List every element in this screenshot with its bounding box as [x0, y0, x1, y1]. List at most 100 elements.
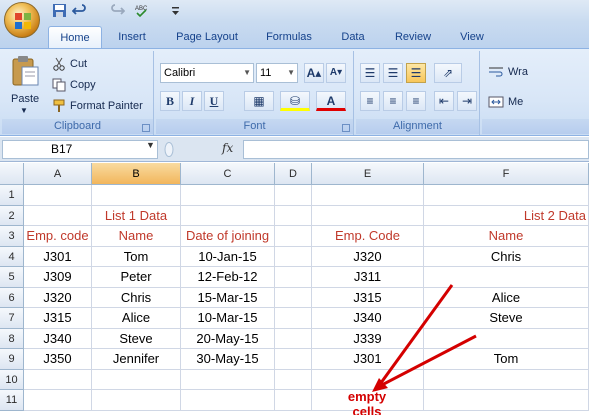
align-right-icon[interactable]: ≡: [406, 91, 426, 111]
cell-b8[interactable]: Steve: [92, 328, 181, 349]
row-header-8[interactable]: 8: [0, 328, 24, 349]
align-bottom-icon[interactable]: ☰: [406, 63, 426, 83]
tab-review[interactable]: Review: [386, 26, 440, 48]
redo-icon[interactable]: [110, 3, 125, 18]
decrease-indent-icon[interactable]: ⇤: [434, 91, 454, 111]
borders-icon[interactable]: ▦: [244, 91, 274, 111]
save-icon[interactable]: [52, 3, 67, 18]
tab-data[interactable]: Data: [334, 26, 372, 48]
cell-e6[interactable]: J315: [312, 287, 424, 308]
column-header-a[interactable]: A: [24, 163, 92, 185]
cell-b5[interactable]: Peter: [92, 267, 181, 288]
cell-d7[interactable]: [275, 308, 312, 329]
cell-d6[interactable]: [275, 287, 312, 308]
cell-b1[interactable]: [92, 185, 181, 206]
column-header-c[interactable]: C: [181, 163, 275, 185]
cell-d1[interactable]: [275, 185, 312, 206]
cell-f2[interactable]: List 2 Data: [424, 205, 589, 226]
cell-e4[interactable]: J320: [312, 246, 424, 267]
cell-c11[interactable]: [181, 390, 275, 411]
paste-dropdown-icon[interactable]: ▼: [20, 106, 28, 115]
cut-icon[interactable]: [52, 57, 66, 71]
cell-e8[interactable]: J339: [312, 328, 424, 349]
cell-d4[interactable]: [275, 246, 312, 267]
cell-a5[interactable]: J309: [24, 267, 92, 288]
cell-d8[interactable]: [275, 328, 312, 349]
font-family-combo[interactable]: Calibri ▼: [160, 63, 254, 83]
paste-button[interactable]: Paste: [11, 93, 39, 105]
cell-a11[interactable]: [24, 390, 92, 411]
bold-button[interactable]: B: [160, 91, 180, 111]
row-header-10[interactable]: 10: [0, 369, 24, 390]
cell-e9[interactable]: J301: [312, 349, 424, 370]
column-header-e[interactable]: E: [312, 163, 424, 185]
cell-e10[interactable]: [312, 369, 424, 390]
customize-qat-icon[interactable]: [168, 3, 183, 18]
cell-d10[interactable]: [275, 369, 312, 390]
cell-a8[interactable]: J340: [24, 328, 92, 349]
cut-button[interactable]: Cut: [70, 58, 87, 70]
merge-center-button[interactable]: Me: [508, 96, 523, 108]
merge-center-icon[interactable]: [488, 95, 504, 109]
row-header-2[interactable]: 2: [0, 205, 24, 226]
cell-f4[interactable]: Chris: [424, 246, 589, 267]
cell-c10[interactable]: [181, 369, 275, 390]
tab-insert[interactable]: Insert: [110, 26, 154, 48]
cell-d3[interactable]: [275, 226, 312, 247]
copy-icon[interactable]: [52, 78, 66, 92]
cell-f1[interactable]: [424, 185, 589, 206]
cell-b11[interactable]: [92, 390, 181, 411]
cell-a2[interactable]: [24, 205, 92, 226]
cell-f8[interactable]: [424, 328, 589, 349]
wrap-text-icon[interactable]: [488, 65, 504, 79]
cell-f9[interactable]: Tom: [424, 349, 589, 370]
tab-home[interactable]: Home: [48, 26, 102, 48]
cell-c9[interactable]: 30-May-15: [181, 349, 275, 370]
cell-c8[interactable]: 20-May-15: [181, 328, 275, 349]
cell-b2[interactable]: List 1 Data: [92, 205, 181, 226]
orientation-icon[interactable]: ⇗: [434, 63, 462, 83]
cell-e7[interactable]: J340: [312, 308, 424, 329]
fill-color-icon[interactable]: ⛁: [280, 91, 310, 111]
cell-d2[interactable]: [275, 205, 312, 226]
select-all-corner[interactable]: [0, 163, 24, 185]
cell-f3[interactable]: Name: [424, 226, 589, 247]
font-color-icon[interactable]: A: [316, 91, 346, 111]
font-size-combo[interactable]: 11 ▼: [256, 63, 298, 83]
column-header-d[interactable]: D: [275, 163, 312, 185]
spelling-icon[interactable]: ABC: [134, 3, 149, 18]
row-header-1[interactable]: 1: [0, 185, 24, 206]
format-painter-icon[interactable]: [52, 99, 66, 113]
name-box[interactable]: B17: [2, 140, 158, 159]
cell-c6[interactable]: 15-Mar-15: [181, 287, 275, 308]
row-header-6[interactable]: 6: [0, 287, 24, 308]
office-button[interactable]: [4, 2, 40, 38]
format-painter-button[interactable]: Format Painter: [70, 100, 143, 112]
undo-icon[interactable]: [72, 3, 87, 18]
row-header-3[interactable]: 3: [0, 226, 24, 247]
row-header-11[interactable]: 11: [0, 390, 24, 411]
cell-c1[interactable]: [181, 185, 275, 206]
cell-b9[interactable]: Jennifer: [92, 349, 181, 370]
italic-button[interactable]: I: [182, 91, 202, 111]
cell-b3[interactable]: Name: [92, 226, 181, 247]
wrap-text-button[interactable]: Wra: [508, 66, 528, 78]
shrink-font-icon[interactable]: A▾: [326, 63, 346, 83]
tab-view[interactable]: View: [450, 26, 494, 48]
align-center-icon[interactable]: ≡: [383, 91, 403, 111]
cell-b6[interactable]: Chris: [92, 287, 181, 308]
cell-a9[interactable]: J350: [24, 349, 92, 370]
cell-e2[interactable]: [312, 205, 424, 226]
formula-input[interactable]: [243, 140, 589, 159]
cell-e5[interactable]: J311: [312, 267, 424, 288]
cell-c2[interactable]: [181, 205, 275, 226]
row-header-4[interactable]: 4: [0, 246, 24, 267]
underline-button[interactable]: U: [204, 91, 224, 111]
cell-f6[interactable]: Alice: [424, 287, 589, 308]
cell-b10[interactable]: [92, 369, 181, 390]
grow-font-icon[interactable]: A▴: [304, 63, 324, 83]
row-header-9[interactable]: 9: [0, 349, 24, 370]
align-middle-icon[interactable]: ☰: [383, 63, 403, 83]
increase-indent-icon[interactable]: ⇥: [457, 91, 477, 111]
chevron-down-icon[interactable]: ▼: [146, 140, 155, 150]
